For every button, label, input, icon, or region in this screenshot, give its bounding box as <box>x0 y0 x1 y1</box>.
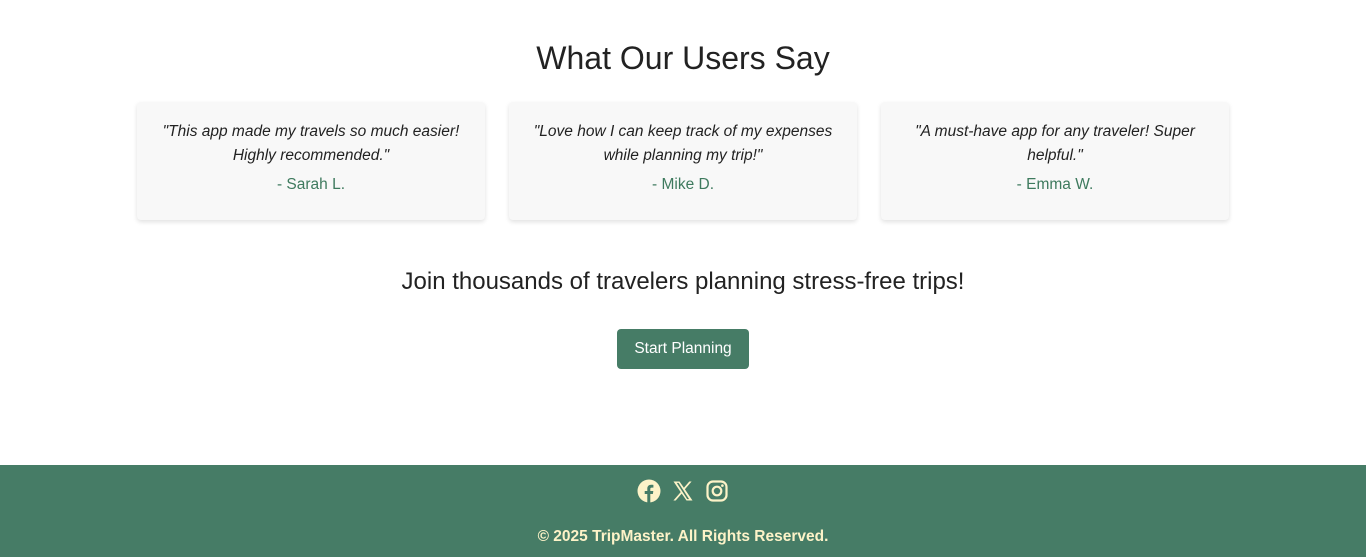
facebook-icon[interactable] <box>637 479 661 503</box>
instagram-icon[interactable] <box>705 479 729 503</box>
testimonial-author: - Mike D. <box>652 176 714 193</box>
social-links <box>0 479 1366 505</box>
page: What Our Users Say "This app made my tra… <box>0 0 1366 557</box>
footer: © 2025 TripMaster. All Rights Reserved. <box>0 465 1366 557</box>
x-icon[interactable] <box>671 479 695 503</box>
testimonial-author: - Sarah L. <box>276 176 346 193</box>
section-title: What Our Users Say <box>536 40 830 76</box>
start-planning-button[interactable]: Start Planning <box>617 329 749 369</box>
testimonial-card: "Love how I can keep track of my expense… <box>509 102 857 220</box>
testimonial-author: - Emma W. <box>1016 176 1094 193</box>
testimonial-cards: "This app made my travels so much easier… <box>137 102 1230 220</box>
testimonial-card: "A must-have app for any traveler! Super… <box>881 102 1229 220</box>
testimonial-quote: "A must-have app for any traveler! Super… <box>915 123 1195 164</box>
copyright-text: © 2025 TripMaster. All Rights Reserved. <box>537 528 829 545</box>
testimonial-quote: "Love how I can keep track of my expense… <box>533 123 833 164</box>
testimonial-card: "This app made my travels so much easier… <box>137 102 485 220</box>
cta-text: Join thousands of travelers planning str… <box>401 268 965 295</box>
testimonial-quote: "This app made my travels so much easier… <box>162 123 460 164</box>
